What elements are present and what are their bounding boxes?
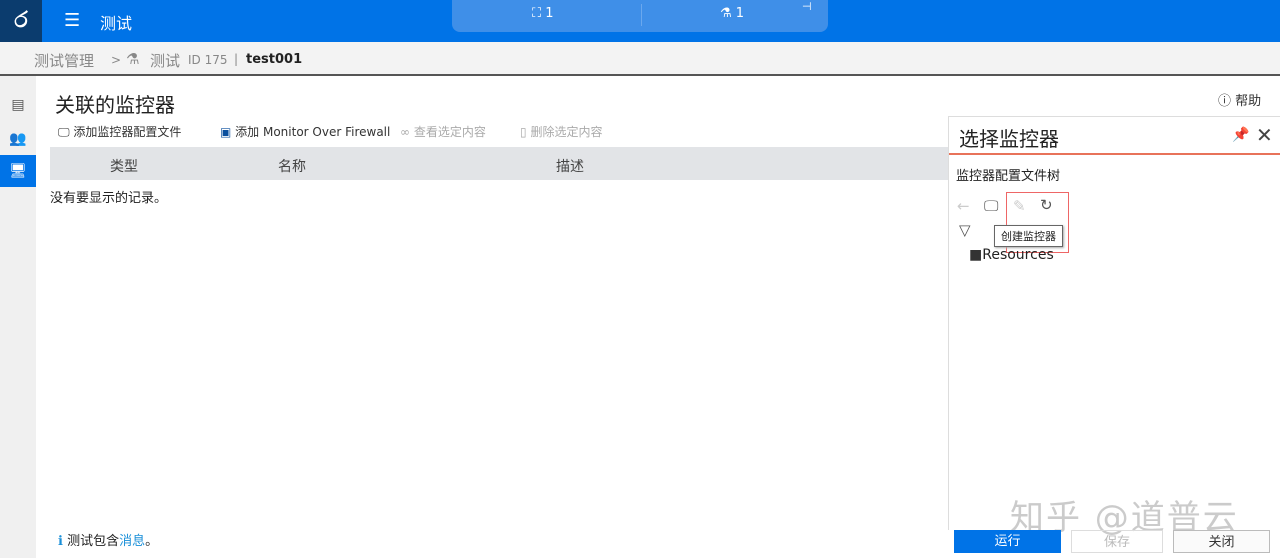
- tests-indicator[interactable]: ⚗ 1: [720, 6, 744, 21]
- app-logo[interactable]: ර: [0, 0, 42, 42]
- tree-node-resources[interactable]: ■Resources: [969, 247, 1054, 263]
- help-icon: ⓘ: [1218, 94, 1232, 109]
- divider: |: [234, 52, 239, 66]
- messages-link[interactable]: 消息: [119, 534, 145, 549]
- link-icon: ∞: [400, 125, 410, 139]
- runs-indicator[interactable]: ⛶ 1: [532, 6, 554, 21]
- table-header: 类型 名称 描述: [50, 147, 948, 180]
- column-name[interactable]: 名称: [278, 156, 306, 176]
- add-profile-button[interactable]: 🖵 添加监控器配置文件: [58, 123, 181, 140]
- page-title: 关联的监控器: [55, 93, 175, 117]
- empty-message: 没有要显示的记录。: [50, 191, 168, 206]
- details-icon: ▤: [11, 97, 25, 113]
- flask-icon: ⚗: [126, 50, 140, 68]
- save-button[interactable]: 保存: [1071, 530, 1163, 553]
- sidebar-item-users[interactable]: 👥: [0, 123, 36, 155]
- divider: [949, 153, 1280, 155]
- test-name: test001: [246, 52, 303, 67]
- help-link[interactable]: ⓘ 帮助: [1218, 90, 1261, 109]
- tooltip: 创建监控器: [994, 225, 1063, 247]
- delete-selected-button[interactable]: ▯ 删除选定内容: [520, 123, 602, 140]
- add-mof-button[interactable]: ▣ 添加 Monitor Over Firewall: [220, 123, 390, 140]
- test-id: ID 175: [188, 53, 228, 67]
- create-monitor-icon[interactable]: 🖵: [984, 197, 998, 215]
- sidebar-item-details[interactable]: ▤: [0, 89, 36, 121]
- pin-icon[interactable]: 📌: [1232, 127, 1249, 143]
- run-button[interactable]: 运行: [954, 530, 1061, 553]
- monitor-icon: 🖥: [9, 163, 27, 179]
- breadcrumb-separator: >: [111, 53, 122, 67]
- hamburger-menu-icon[interactable]: ☰: [64, 11, 84, 31]
- status-pill: ⛶ 1 ⚗ 1 ⊣: [452, 0, 828, 32]
- monitor-icon: 🖵: [58, 125, 70, 139]
- filter-icon[interactable]: ▽: [959, 221, 971, 239]
- select-monitor-panel: 选择监控器 📌 ✕ 监控器配置文件树 ← 🖵 ✎ ↻ ▽ 创建监控器 ■Reso…: [948, 116, 1280, 530]
- monitor-icon: ▣: [220, 125, 232, 139]
- view-selected-button[interactable]: ∞ 查看选定内容: [400, 123, 486, 140]
- info-message: ℹ 测试包含消息。: [58, 534, 159, 549]
- chart-icon: ⛶: [532, 6, 542, 21]
- sidebar: ▤ 👥 🖥: [0, 76, 36, 558]
- trash-icon: ▯: [520, 125, 527, 139]
- column-description[interactable]: 描述: [556, 156, 584, 176]
- panel-title: 选择监控器: [959, 127, 1059, 151]
- breadcrumb-root[interactable]: 测试管理: [34, 50, 94, 71]
- sidebar-item-monitors[interactable]: 🖥: [0, 155, 36, 187]
- breadcrumb: 测试管理 > ⚗ 测试 ID 175 | test001: [0, 42, 1280, 76]
- close-icon[interactable]: ✕: [1256, 123, 1273, 147]
- back-arrow-icon[interactable]: ←: [957, 197, 970, 215]
- users-icon: 👥: [9, 131, 27, 147]
- folder-icon: ■: [969, 247, 983, 263]
- breadcrumb-item[interactable]: 测试: [150, 50, 180, 71]
- app-title: 测试: [100, 14, 133, 33]
- flask-icon: ⚗: [720, 6, 732, 21]
- divider: [641, 4, 642, 26]
- close-button[interactable]: 关闭: [1173, 530, 1270, 553]
- info-icon: ℹ: [58, 534, 63, 549]
- tree-label: 监控器配置文件树: [956, 169, 1061, 184]
- column-type[interactable]: 类型: [110, 156, 138, 176]
- pin-icon[interactable]: ⊣: [802, 0, 812, 13]
